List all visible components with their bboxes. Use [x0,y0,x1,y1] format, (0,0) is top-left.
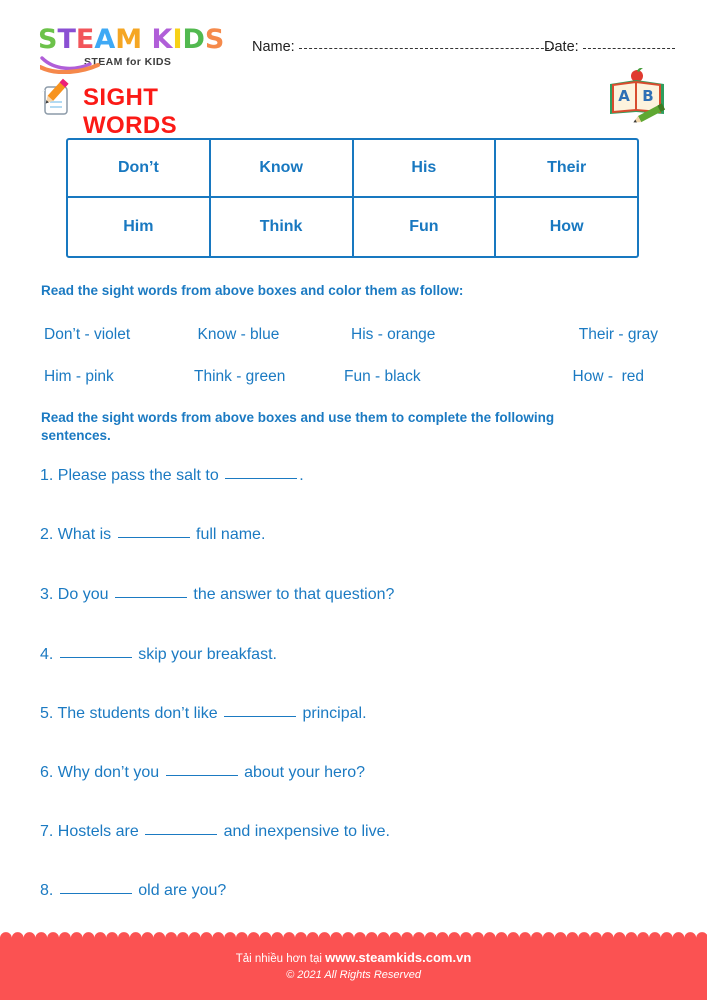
logo-letter: E [75,24,95,55]
sentence-text-before: 1. Please pass the salt to [40,467,224,484]
sentence-item: 6. Why don’t you about your hero? [40,763,365,782]
logo-letter: I [172,24,183,55]
page-title: SIGHT WORDS [83,84,177,139]
name-label: Name: [252,39,295,55]
footer-prefix: Tải nhiều hơn tại [235,953,326,965]
color-key-item: Know - blue [197,326,280,343]
instruction-color-task: Read the sight words from above boxes an… [41,283,464,298]
sentence-text-after: principal. [298,705,367,722]
sentence-text-before: 5. The students don’t like [40,705,223,722]
color-key-item: Their - gray [578,326,658,343]
answer-blank[interactable] [114,585,187,598]
sentence-text-after: and inexpensive to live. [219,823,390,840]
sentence-item: 8. old are you? [40,881,226,900]
word-cell[interactable]: Fun [354,198,497,256]
svg-text:A: A [618,87,630,105]
sentence-item: 3. Do you the answer to that question? [40,585,394,604]
answer-blank[interactable] [165,763,238,776]
answer-blank[interactable] [117,525,190,538]
color-key-item: His - orange [351,326,436,343]
logo-letter: S [38,24,58,55]
instruction-sentence-task: Read the sight words from above boxes an… [41,410,555,444]
word-cell[interactable]: Don’t [68,140,211,196]
color-key-item: Him - pink [44,368,114,385]
date-label: Date: [544,39,579,55]
date-input-line[interactable] [582,38,675,49]
answer-blank[interactable] [224,704,297,717]
footer-copyright: © 2021 All Rights Reserved [286,969,421,981]
page-header: STEAM KIDS STEAM for KIDS Name: Date: SI… [0,0,707,139]
color-key-item: Don’t - violet [44,326,131,343]
sentence-item: 4. skip your breakfast. [40,645,277,664]
sight-words-table: Don’t Know His Their Him Think Fun How [66,138,639,258]
answer-blank[interactable] [59,881,132,894]
word-cell[interactable]: Their [496,140,637,196]
word-cell[interactable]: How [496,198,637,256]
word-cell[interactable]: Know [211,140,354,196]
footer-site-url[interactable]: www.steamkids.com.vn [325,950,471,965]
name-date-fields: Name: Date: [252,38,682,62]
logo-letter: D [182,24,205,55]
footer-site-line: Tải nhiều hơn tại www.steamkids.com.vn [0,950,707,965]
date-field[interactable]: Date: [544,38,675,55]
sentence-item: 5. The students don’t like principal. [40,704,367,723]
sentence-text-after: . [299,467,304,484]
sentence-item: 7. Hostels are and inexpensive to live. [40,822,390,841]
word-cell[interactable]: His [354,140,497,196]
page-footer: Tải nhiều hơn tại www.steamkids.com.vn ©… [0,932,707,1000]
logo-letter: S [204,24,225,55]
sentence-item: 1. Please pass the salt to . [40,466,304,485]
word-cell[interactable]: Think [211,198,354,256]
logo-letter [142,26,151,53]
brand-logo: STEAM KIDS STEAM for KIDS [38,26,238,74]
sentence-text-after: old are you? [133,882,227,899]
name-field[interactable]: Name: [252,38,554,55]
pencil-notepad-icon [41,78,69,115]
brand-logo-text: STEAM KIDS [38,26,238,53]
sentence-text-after: full name. [191,526,266,543]
sentence-text-after: skip your breakfast. [133,646,277,663]
answer-blank[interactable] [59,645,132,658]
logo-letter: T [57,24,76,55]
table-row: Don’t Know His Their [68,140,637,198]
logo-swoosh-icon [40,56,101,74]
color-key-row-1: Don’t - violet Know - blue His - orange … [44,326,658,344]
sentence-text-after: the answer to that question? [188,586,395,603]
color-key-item: Fun - black [344,368,421,385]
sentence-item: 2. What is full name. [40,525,265,544]
color-key-row-2: Him - pink Think - green Fun - black How… [44,368,658,386]
color-key-item: Think - green [194,368,286,385]
logo-letter: M [115,24,143,55]
logo-letter: K [151,24,173,55]
brand-logo-tagline: STEAM for KIDS [84,56,172,68]
sentence-text-before: 8. [40,882,58,899]
logo-letter: A [94,24,116,55]
answer-blank[interactable] [145,822,218,835]
word-cell[interactable]: Him [68,198,211,256]
sentence-text-before: 3. Do you [40,586,113,603]
color-key-item: How - red [572,368,645,385]
sentence-text-after: about your hero? [239,764,366,781]
sentence-text-before: 6. Why don’t you [40,764,164,781]
sentence-text-before: 2. What is [40,526,116,543]
name-input-line[interactable] [298,38,554,49]
answer-blank[interactable] [225,466,298,479]
svg-text:B: B [642,87,653,105]
sentence-text-before: 4. [40,646,58,663]
abc-book-icon: A B [610,68,666,123]
sentence-text-before: 7. Hostels are [40,823,144,840]
scallop-edge-decoration [0,932,707,941]
table-row: Him Think Fun How [68,198,637,256]
